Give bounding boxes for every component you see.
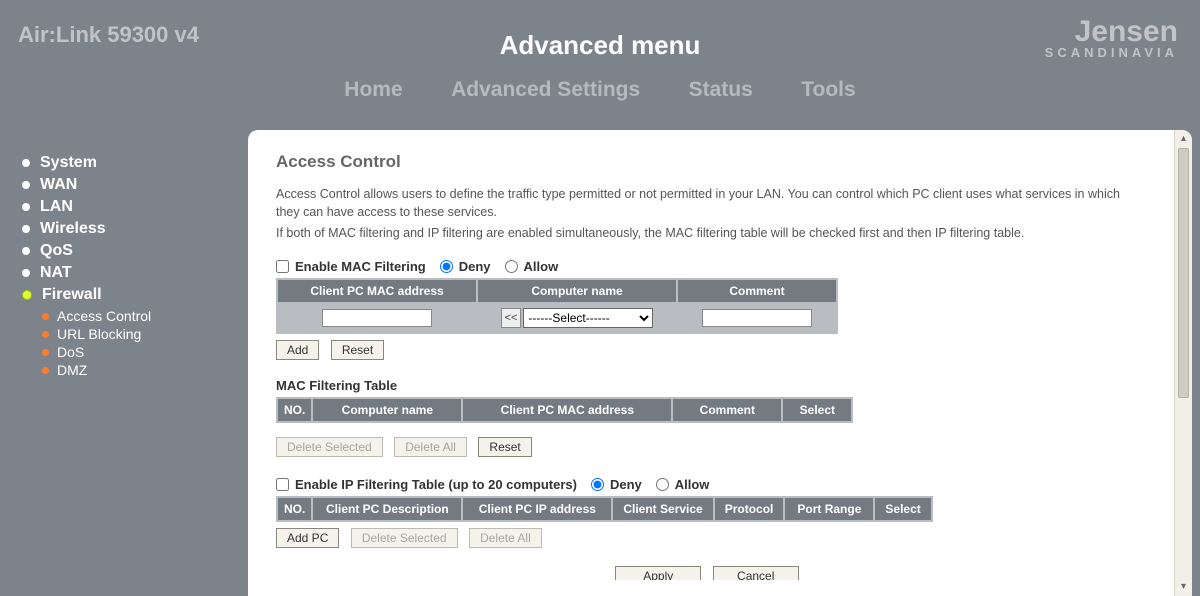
sidebar-item-lan[interactable]: LAN [22,198,248,216]
description-1: Access Control allows users to define th… [276,186,1146,221]
col-computer-name2: Computer name [312,398,462,422]
sidebar-sub-dos[interactable]: DoS [42,344,248,360]
nav-advanced-settings[interactable]: Advanced Settings [451,78,640,102]
sidebar-item-label: Wireless [40,220,106,238]
ip-col-addr: Client PC IP address [462,497,612,521]
ip-allow-radio-label[interactable]: Allow [656,477,710,492]
sidebar-item-label: NAT [40,264,72,282]
sidebar-item-wireless[interactable]: Wireless [22,220,248,238]
computer-name-select[interactable]: ------Select------ [523,308,653,328]
footer-buttons: Apply Cancel [276,566,1146,580]
mac-address-input[interactable] [322,309,432,327]
sidebar-sub-label: URL Blocking [57,326,141,342]
scroll-up-icon[interactable]: ▴ [1178,132,1189,146]
mac-allow-radio[interactable] [505,260,518,273]
ip-deny-radio[interactable] [591,478,604,491]
sidebar-item-label: QoS [40,242,73,260]
ip-delete-all-button[interactable]: Delete All [469,528,542,548]
ip-allow-radio[interactable] [656,478,669,491]
cancel-button[interactable]: Cancel [713,566,799,580]
mac-delete-all-button[interactable]: Delete All [394,437,467,457]
sidebar-item-label: System [40,154,97,172]
mac-add-button[interactable]: Add [276,340,319,360]
ip-col-service: Client Service [612,497,713,521]
logo-sub: SCANDINAVIA [1045,45,1178,60]
sidebar-sub-label: Access Control [57,308,151,324]
col-no: NO. [277,398,312,422]
mac-reset2-button[interactable]: Reset [478,437,531,457]
ip-col-port: Port Range [784,497,874,521]
col-comment2: Comment [672,398,782,422]
ip-col-no: NO. [277,497,312,521]
ip-col-desc: Client PC Description [312,497,462,521]
mac-delete-selected-button[interactable]: Delete Selected [276,437,383,457]
enable-mac-filtering-checkbox[interactable] [276,260,289,273]
ip-col-select: Select [874,497,931,521]
col-mac-address: Client PC MAC address [277,279,477,303]
apply-button[interactable]: Apply [615,566,701,580]
comment-input[interactable] [702,309,812,327]
sidebar-item-qos[interactable]: QoS [22,242,248,260]
enable-mac-filtering-text: Enable MAC Filtering [295,259,426,274]
enable-ip-filtering-checkbox[interactable] [276,478,289,491]
sidebar-sub-label: DMZ [57,362,87,378]
description-2: If both of MAC filtering and IP filterin… [276,225,1146,243]
mac-table-heading: MAC Filtering Table [276,378,1146,393]
mac-deny-text: Deny [459,259,491,274]
logo: Jensen SCANDINAVIA [1045,18,1178,60]
sidebar-sub-url-blocking[interactable]: URL Blocking [42,326,248,342]
mac-entry-table: Client PC MAC address Computer name Comm… [276,278,838,334]
sidebar-item-system[interactable]: System [22,154,248,172]
sidebar-sub-dmz[interactable]: DMZ [42,362,248,378]
col-comment: Comment [677,279,837,303]
col-select: Select [782,398,852,422]
section-title: Access Control [276,152,1146,172]
logo-brand: Jensen [1045,18,1178,45]
scrollbar[interactable]: ▴ ▾ [1174,130,1192,596]
enable-mac-filtering-checkbox-label[interactable]: Enable MAC Filtering [276,259,426,274]
sidebar-item-firewall[interactable]: Firewall [22,286,248,304]
mac-allow-radio-label[interactable]: Allow [505,259,559,274]
nav-status[interactable]: Status [689,78,753,102]
ip-filtering-table: NO. Client PC Description Client PC IP a… [276,496,933,522]
mac-reset-button[interactable]: Reset [331,340,384,360]
copy-left-button[interactable]: << [501,308,522,328]
mac-filtering-table: NO. Computer name Client PC MAC address … [276,397,853,423]
ip-deny-radio-label[interactable]: Deny [591,477,642,492]
nav-tools[interactable]: Tools [801,78,855,102]
sidebar-item-label: Firewall [42,286,102,304]
ip-filter-controls: Enable IP Filtering Table (up to 20 comp… [276,477,1146,492]
sidebar-item-label: LAN [40,198,73,216]
enable-ip-filtering-checkbox-label[interactable]: Enable IP Filtering Table (up to 20 comp… [276,477,577,492]
scroll-thumb[interactable] [1178,148,1189,398]
mac-allow-text: Allow [524,259,559,274]
ip-add-pc-button[interactable]: Add PC [276,528,339,548]
sidebar-item-wan[interactable]: WAN [22,176,248,194]
sidebar-sub-access-control[interactable]: Access Control [42,308,248,324]
top-nav: Home Advanced Settings Status Tools [0,78,1200,102]
mac-deny-radio[interactable] [440,260,453,273]
sidebar-item-nat[interactable]: NAT [22,264,248,282]
col-mac-address2: Client PC MAC address [462,398,672,422]
page-title: Advanced menu [0,30,1200,61]
nav-home[interactable]: Home [344,78,402,102]
ip-col-protocol: Protocol [714,497,785,521]
header: Air:Link 59300 v4 Advanced menu Jensen S… [0,0,1200,130]
mac-deny-radio-label[interactable]: Deny [440,259,491,274]
ip-allow-text: Allow [675,477,710,492]
scroll-down-icon[interactable]: ▾ [1178,580,1189,594]
mac-filter-controls: Enable MAC Filtering Deny Allow [276,259,1146,274]
sidebar-item-label: WAN [40,176,77,194]
sidebar-sub-label: DoS [57,344,84,360]
ip-delete-selected-button[interactable]: Delete Selected [351,528,458,548]
enable-ip-filtering-text: Enable IP Filtering Table (up to 20 comp… [295,477,577,492]
ip-deny-text: Deny [610,477,642,492]
sidebar: System WAN LAN Wireless QoS NAT Firewall… [0,130,248,596]
col-computer-name: Computer name [477,279,677,303]
content-panel: Access Control Access Control allows use… [248,130,1192,596]
